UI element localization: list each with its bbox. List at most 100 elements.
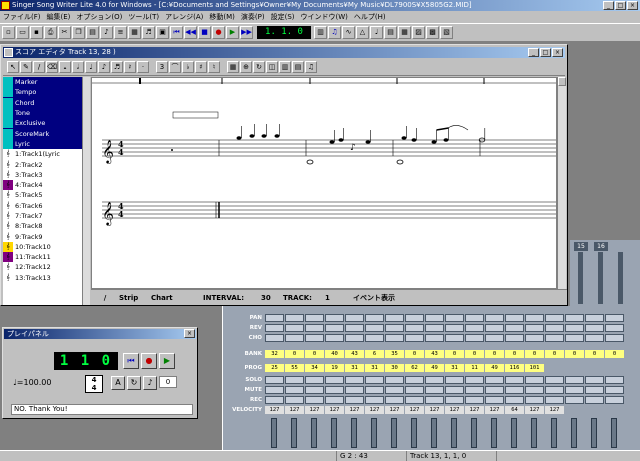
velocity-value[interactable]: 127 (285, 406, 304, 414)
menu-edit[interactable]: 編集(E) (44, 11, 74, 23)
score-maximize-button[interactable]: □ (540, 48, 551, 57)
channel-fader[interactable] (371, 418, 377, 448)
channel-fader[interactable] (431, 418, 437, 448)
mixer-control[interactable] (265, 324, 284, 332)
channel-fader[interactable] (331, 418, 337, 448)
channel-fader[interactable] (611, 418, 617, 448)
mixer-control[interactable] (545, 324, 564, 332)
track-list-item[interactable]: 𝄞 1:Track1(Lyric (3, 149, 90, 159)
mixer-control[interactable] (525, 314, 544, 322)
mixer-control[interactable] (605, 376, 624, 384)
mixer-control[interactable] (465, 324, 484, 332)
mixer-control[interactable] (365, 334, 384, 342)
close-button[interactable]: × (627, 1, 638, 10)
mixer-control[interactable] (385, 324, 404, 332)
save-icon[interactable]: ▪ (30, 26, 43, 39)
prog-value[interactable]: 101 (525, 364, 544, 372)
mixer-control[interactable] (605, 324, 624, 332)
prog-value[interactable]: 62 (405, 364, 424, 372)
tie-icon[interactable]: ⌒ (169, 61, 181, 73)
print-icon[interactable]: ⎙ (44, 26, 57, 39)
tool-icon-3[interactable]: ▦ (128, 26, 141, 39)
loop-icon[interactable]: ↻ (127, 376, 141, 390)
mixer-control[interactable] (265, 314, 284, 322)
dot-icon[interactable]: · (137, 61, 149, 73)
mixer-control[interactable] (485, 324, 504, 332)
score-vertical-scrollbar[interactable] (557, 77, 566, 289)
mixer-control[interactable] (445, 334, 464, 342)
event-display-button[interactable]: イベント表示 (353, 293, 405, 303)
mixer-control[interactable] (345, 376, 364, 384)
velocity-value[interactable]: 127 (345, 406, 364, 414)
mixer-control[interactable] (385, 334, 404, 342)
mixer-control[interactable] (545, 376, 564, 384)
channel-fader[interactable] (311, 418, 317, 448)
mixer-control[interactable] (405, 314, 424, 322)
mixer-control[interactable] (265, 334, 284, 342)
mixer-control[interactable] (405, 396, 424, 404)
mixer-control[interactable] (605, 314, 624, 322)
mixer-control[interactable] (405, 334, 424, 342)
mixer-control[interactable] (525, 376, 544, 384)
velocity-value[interactable]: 127 (305, 406, 324, 414)
metronome-icon[interactable]: △ (356, 26, 369, 39)
mixer-control[interactable] (545, 386, 564, 394)
track-value[interactable]: 1 (325, 294, 353, 302)
mixer-control[interactable] (585, 314, 604, 322)
tool-icon-9[interactable]: ▨ (412, 26, 425, 39)
mixer-control[interactable] (365, 386, 384, 394)
mixer-control[interactable] (485, 376, 504, 384)
mark-tool-icon[interactable]: ▥ (279, 61, 291, 73)
prog-value[interactable]: 34 (305, 364, 324, 372)
track-list-item[interactable]: 𝄞 11:Track11 (3, 252, 90, 263)
half-note-icon[interactable]: 𝅗𝅥 (72, 61, 84, 73)
pencil-tool-icon[interactable]: ✎ (20, 61, 32, 73)
play-icon[interactable]: ▶ (226, 26, 239, 39)
tool-icon-10[interactable]: ▩ (426, 26, 439, 39)
bank-value[interactable]: 0 (565, 350, 584, 358)
copy-icon[interactable]: ❐ (72, 26, 85, 39)
mixer-control[interactable] (505, 386, 524, 394)
mixer-control[interactable] (405, 386, 424, 394)
maximize-button[interactable]: □ (615, 1, 626, 10)
mixer-control[interactable] (385, 376, 404, 384)
mixer-control[interactable] (525, 386, 544, 394)
mixer-control[interactable] (325, 324, 344, 332)
prog-value[interactable]: 11 (465, 364, 484, 372)
interval-value[interactable]: 30 (261, 294, 283, 302)
track-list-item[interactable]: 𝄞 6:Track6 (3, 201, 90, 211)
bank-value[interactable]: 0 (305, 350, 324, 358)
mixer-control[interactable] (585, 386, 604, 394)
record-icon[interactable]: ● (212, 26, 225, 39)
velocity-value[interactable]: 127 (545, 406, 564, 414)
mixer-control[interactable] (465, 376, 484, 384)
bank-value[interactable]: 0 (485, 350, 504, 358)
mixer-control[interactable] (445, 386, 464, 394)
track-list-item[interactable]: ScoreMark (3, 128, 90, 139)
mixer-control[interactable] (325, 314, 344, 322)
bank-value[interactable]: 43 (425, 350, 444, 358)
grid-tool-icon[interactable]: ▦ (227, 61, 239, 73)
menu-settings[interactable]: 設定(S) (268, 11, 298, 23)
velocity-value[interactable]: 127 (425, 406, 444, 414)
mixer-control[interactable] (525, 324, 544, 332)
mixer-control[interactable] (365, 324, 384, 332)
prog-value[interactable]: 31 (365, 364, 384, 372)
mixer-control[interactable] (325, 376, 344, 384)
mixer-control[interactable] (345, 386, 364, 394)
prog-value[interactable]: 19 (325, 364, 344, 372)
eraser-tool-icon[interactable]: ⌫ (46, 61, 58, 73)
mixer-control[interactable] (445, 314, 464, 322)
tool-icon-8[interactable]: ▦ (398, 26, 411, 39)
tool-icon-11[interactable]: ▧ (440, 26, 453, 39)
mixer-control[interactable] (405, 324, 424, 332)
note-icon[interactable]: ♪ (143, 376, 157, 390)
menu-arrange[interactable]: アレンジ(A) (162, 11, 206, 23)
open-folder-icon[interactable]: ▭ (16, 26, 29, 39)
track-list-scrollbar[interactable] (82, 77, 90, 305)
mixer-control[interactable] (605, 334, 624, 342)
mixer-control[interactable] (285, 314, 304, 322)
channel-fader[interactable] (551, 418, 557, 448)
tool-icon-6[interactable]: ♩ (370, 26, 383, 39)
mixer-control[interactable] (525, 396, 544, 404)
